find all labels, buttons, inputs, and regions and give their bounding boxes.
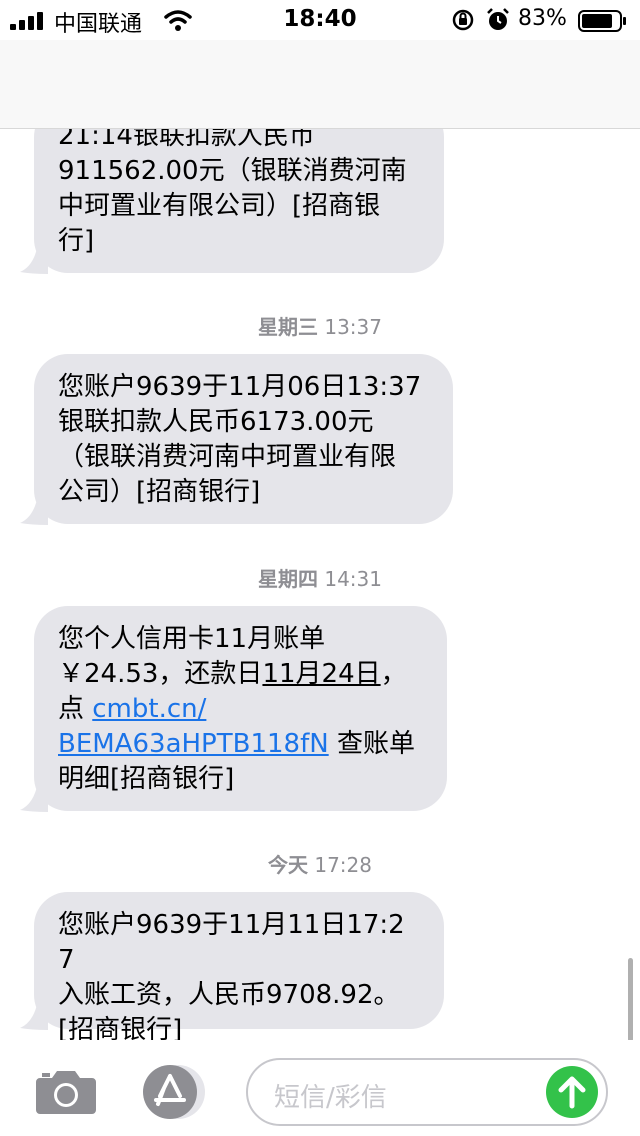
message-line: 您账户9639于11月11日17:27: [58, 910, 405, 975]
timestamp-day: 星期三: [258, 315, 318, 339]
date-link[interactable]: 11月24日: [262, 659, 380, 689]
timestamp: 今天 17:28: [0, 849, 640, 878]
status-bar: 中国联通 18:40 83%: [0, 0, 640, 40]
bubble-tail: [20, 495, 48, 525]
message-line: 911562.00元（银联消费河南: [58, 156, 407, 186]
camera-icon[interactable]: [34, 1068, 98, 1116]
message-line: 入账工资，人民币9708.92。: [58, 980, 400, 1010]
message-line: 公司）[招商银行]: [58, 477, 261, 507]
message-line: （银联消费河南中珂置业有限: [58, 442, 397, 472]
send-button[interactable]: [546, 1066, 598, 1118]
message-line: 明细[招商银行]: [58, 764, 235, 794]
message-text: 查账单: [328, 729, 415, 759]
timestamp-time: 13:37: [324, 315, 382, 339]
url-link[interactable]: cmbt.cn/: [92, 694, 206, 724]
compose-bar: 短信/彩信: [0, 1040, 640, 1136]
orientation-lock-icon: [452, 9, 474, 31]
bubble-tail: [20, 244, 48, 274]
message-text: 点: [58, 694, 93, 724]
message-line: 您个人信用卡11月账单: [58, 624, 326, 654]
timestamp-time: 17:28: [314, 853, 372, 877]
arrow-up-icon: [558, 1076, 586, 1109]
message-bubble[interactable]: 您账户9639于11月11日17:27 入账工资，人民币9708.92。 [招商…: [34, 892, 444, 1045]
header-overlay: [0, 40, 640, 129]
timestamp-time: 14:31: [324, 567, 382, 591]
message-input[interactable]: 短信/彩信: [246, 1058, 608, 1126]
timestamp-day: 星期四: [258, 567, 318, 591]
timestamp: 星期四 14:31: [0, 563, 640, 592]
bubble-tail: [20, 782, 48, 812]
message-line: 银联扣款人民币6173.00元: [58, 407, 374, 437]
message-line: 您账户9639于11月06日13:37: [58, 372, 422, 402]
url-link[interactable]: BEMA63aHPTB118fN: [58, 729, 329, 759]
timestamp-day: 今天: [268, 853, 308, 877]
message-line: ￥24.53，还款日11月24日，: [58, 657, 423, 692]
message-text: ，: [380, 659, 407, 689]
message-input-placeholder: 短信/彩信: [274, 1083, 387, 1113]
scrollbar[interactable]: [628, 958, 633, 1042]
message-line: 行]: [58, 226, 95, 256]
battery-percent: 83%: [518, 6, 567, 31]
message-line: 点 cmbt.cn/: [58, 692, 423, 727]
message-text: ￥24.53，还款日: [58, 659, 263, 689]
message-bubble[interactable]: 您账户9639于11月06日13:37 银联扣款人民币6173.00元 （银联消…: [34, 354, 453, 524]
bubble-tail: [20, 1000, 48, 1030]
timestamp: 星期三 13:37: [0, 311, 640, 340]
app-store-icon[interactable]: [140, 1064, 212, 1120]
message-line: 中珂置业有限公司）[招商银: [58, 191, 381, 221]
message-bubble[interactable]: 您个人信用卡11月账单 ￥24.53，还款日11月24日， 点 cmbt.cn/…: [34, 606, 447, 811]
battery-icon: [578, 10, 626, 32]
message-line: BEMA63aHPTB118fN 查账单: [58, 727, 423, 762]
alarm-icon: [487, 8, 509, 30]
